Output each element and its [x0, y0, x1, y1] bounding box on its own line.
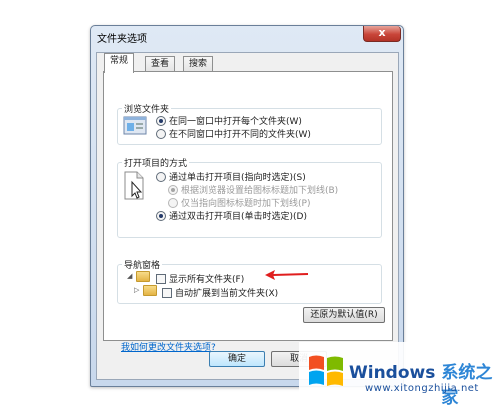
browse-new-window-option[interactable]: 在不同窗口中打开不同的文件夹(W)	[156, 127, 311, 140]
windows-logo-icon	[307, 353, 345, 392]
radio-new-window[interactable]	[156, 128, 166, 139]
tree-collapsed-icon: ▷	[134, 286, 140, 294]
checkbox-show-all-folders[interactable]	[156, 273, 166, 284]
tree-expanded-icon: ◢	[127, 272, 133, 280]
navigation-pane-label: 导航窗格	[122, 258, 163, 271]
show-all-folders-option[interactable]: 显示所有文件夹(F)	[156, 272, 244, 285]
single-click-label: 通过单击打开项目(指向时选定)(S)	[169, 173, 306, 183]
tab-view[interactable]: 查看	[145, 56, 176, 72]
browse-new-window-label: 在不同窗口中打开不同的文件夹(W)	[169, 130, 311, 140]
underline-point-label: 仅当指向图标标题时加下划线(P)	[181, 199, 311, 209]
folder-options-dialog: 文件夹选项 x 常规 查看 搜索 浏览文件夹 在同一窗口中打开每个文件夹(W)	[90, 25, 404, 387]
open-items-label: 打开项目的方式	[122, 156, 190, 169]
help-link[interactable]: 我如何更改文件夹选项?	[121, 340, 216, 353]
underline-browser-label: 根据浏览器设置给图标标题加下划线(B)	[181, 186, 339, 196]
browse-same-window-label: 在同一窗口中打开每个文件夹(W)	[169, 117, 302, 127]
dialog-client: 常规 查看 搜索 浏览文件夹 在同一窗口中打开每个文件夹(W) 在不同窗口中打开…	[96, 52, 399, 380]
radio-double-click[interactable]	[156, 210, 166, 221]
underline-point-option: 仅当指向图标标题时加下划线(P)	[168, 196, 310, 209]
folder-icon	[136, 271, 150, 282]
radio-same-window[interactable]	[156, 115, 166, 126]
double-click-option[interactable]: 通过双击打开项目(单击时选定)(D)	[156, 209, 307, 222]
watermark-windows: Windows	[349, 363, 436, 383]
folder-icon	[143, 285, 157, 296]
ok-button[interactable]: 确定	[209, 351, 265, 367]
show-all-folders-label: 显示所有文件夹(F)	[169, 275, 245, 285]
close-button[interactable]: x	[363, 26, 401, 42]
browse-same-window-option[interactable]: 在同一窗口中打开每个文件夹(W)	[156, 114, 302, 127]
browse-folders-icon	[123, 114, 147, 138]
double-click-label: 通过双击打开项目(单击时选定)(D)	[169, 212, 307, 222]
underline-browser-option: 根据浏览器设置给图标标题加下划线(B)	[168, 183, 338, 196]
tab-general[interactable]: 常规	[104, 53, 135, 73]
restore-defaults-button[interactable]: 还原为默认值(R)	[303, 307, 385, 323]
checkbox-auto-expand[interactable]	[162, 287, 172, 298]
general-tab-panel: 浏览文件夹 在同一窗口中打开每个文件夹(W) 在不同窗口中打开不同的文件夹(W)	[103, 71, 393, 353]
auto-expand-label: 自动扩展到当前文件夹(X)	[175, 289, 279, 299]
radio-underline-browser	[168, 184, 178, 195]
watermark-url: www.xitongzhijia.net	[365, 383, 479, 394]
pointer-document-icon	[122, 170, 148, 202]
window-title: 文件夹选项	[97, 34, 147, 45]
watermark: Windows 系统之家 www.xitongzhijia.net	[299, 342, 499, 408]
radio-single-click[interactable]	[156, 171, 166, 182]
auto-expand-option[interactable]: 自动扩展到当前文件夹(X)	[162, 286, 278, 299]
tab-search[interactable]: 搜索	[183, 56, 214, 72]
red-arrow-annotation	[264, 268, 310, 285]
radio-underline-point	[168, 197, 178, 208]
single-click-option[interactable]: 通过单击打开项目(指向时选定)(S)	[156, 170, 306, 183]
